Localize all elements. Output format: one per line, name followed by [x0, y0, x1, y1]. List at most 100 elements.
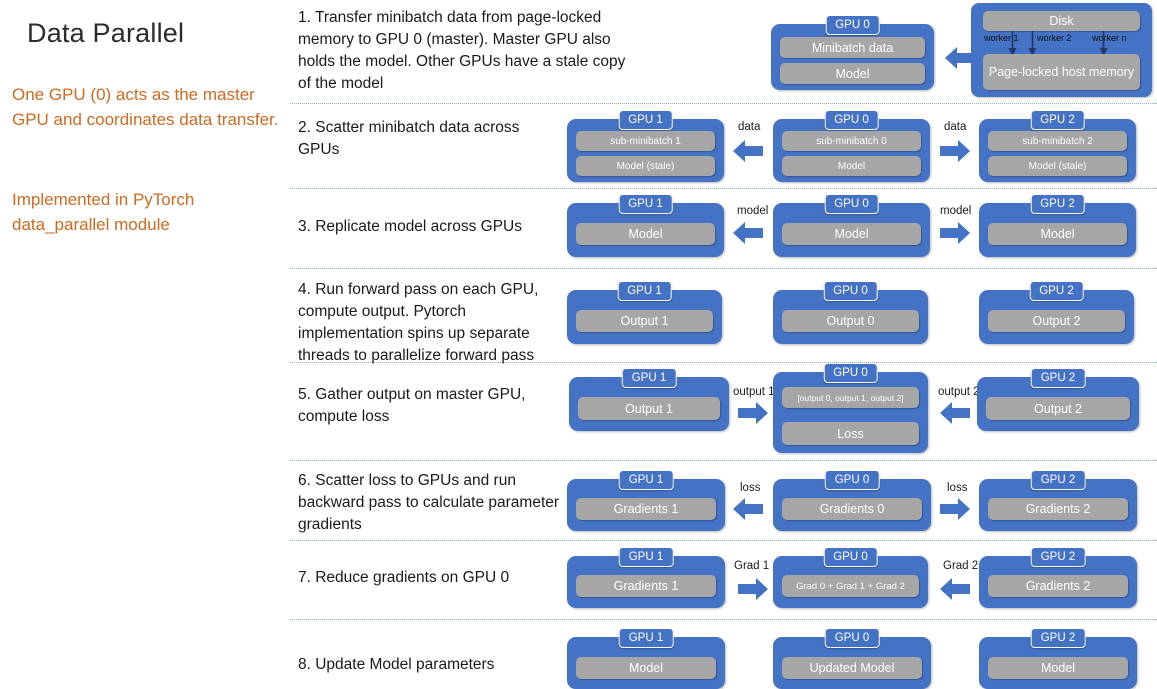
gpu-box-gpu0[interactable]: GPU 0 Output 0	[773, 281, 928, 344]
arrow-label: output 1	[733, 386, 775, 398]
gpu-box-gpu0[interactable]: GPU 0 Grad 0 + Grad 1 + Grad 2	[773, 547, 928, 608]
gpu-slab: Output 2	[988, 310, 1125, 332]
step-row-7: 7. Reduce gradients on GPU 0 GPU 1 Gradi…	[290, 540, 1157, 619]
arrow-right-icon	[738, 578, 768, 600]
arrow-label: data	[944, 121, 967, 133]
arrow-label: Grad 2	[943, 560, 979, 572]
arrow-left-icon	[940, 402, 970, 424]
gpu-slab: Model (stale)	[988, 156, 1127, 176]
gpu-box-gpu0[interactable]: GPU 0 Updated Model	[773, 628, 931, 689]
gpu-slab: Model	[782, 223, 921, 245]
step-2-description: 2. Scatter minibatch data across GPUs	[298, 119, 520, 158]
gpu-box-gpu0[interactable]: GPU 0 Gradients 0	[773, 470, 931, 531]
gpu-box-gpu2[interactable]: GPU 2 Gradients 2	[979, 470, 1137, 531]
gpu-slab: Gradients 2	[988, 498, 1128, 520]
gpu-box-gpu0[interactable]: GPU 0 Minibatch data Model	[771, 15, 934, 90]
step-6-description: 6. Scatter loss to GPUs and run backward…	[298, 472, 560, 533]
gpu-label: GPU 0	[823, 281, 878, 301]
gpu-box-gpu2[interactable]: GPU 2 Output 2	[979, 281, 1134, 344]
worker-label: worker n	[1092, 33, 1127, 43]
gpu-slab: sub-minibatch 0	[782, 131, 921, 151]
gpu-slab: Output 2	[986, 397, 1130, 420]
gpu-label: GPU 2	[1030, 110, 1085, 130]
step-row-4: 4. Run forward pass on each GPU, compute…	[290, 268, 1157, 364]
gpu-slab: Grad 0 + Grad 1 + Grad 2	[782, 575, 919, 597]
page-locked-memory-box: Page-locked host memory	[983, 54, 1140, 90]
gpu-slab: Model	[988, 657, 1128, 679]
arrow-left-icon	[940, 578, 970, 600]
gpu-slab: Updated Model	[782, 657, 922, 679]
gpu-box-gpu0[interactable]: GPU 0 Model	[773, 194, 930, 257]
step-4-description: 4. Run forward pass on each GPU, compute…	[298, 281, 539, 364]
gpu-label: GPU 2	[1030, 194, 1085, 214]
gpu-box-gpu1[interactable]: GPU 1 sub-minibatch 1 Model (stale)	[567, 110, 724, 182]
step-row-8: 8. Update Model parameters GPU 1 Model G…	[290, 619, 1157, 689]
gpu-box-gpu1[interactable]: GPU 1 Output 1	[569, 368, 729, 431]
gpu-box-gpu1[interactable]: GPU 1 Gradients 1	[567, 547, 725, 608]
gpu-label: GPU 1	[618, 628, 674, 648]
gpu-label: GPU 1	[618, 194, 673, 214]
arrow-right-icon	[940, 222, 970, 244]
step-row-1: 1. Transfer minibatch data from page-loc…	[290, 0, 1157, 103]
arrow-label: loss	[740, 482, 761, 494]
gpu-box-gpu1[interactable]: GPU 1 Model	[567, 194, 724, 257]
note-master-gpu: One GPU (0) acts as the master GPU and c…	[12, 85, 279, 129]
gpu-label: GPU 0	[825, 15, 880, 35]
gpu-slab: Gradients 1	[576, 498, 716, 520]
gpu-slab: Model	[780, 63, 925, 84]
gpu-slab: Model	[988, 223, 1127, 245]
gpu-label: GPU 2	[1029, 281, 1084, 301]
gpu-box-gpu1[interactable]: GPU 1 Output 1	[567, 281, 722, 344]
note-pytorch-module: Implemented in PyTorch data_parallel mod…	[12, 190, 195, 234]
gpu-box-gpu1[interactable]: GPU 1 Model	[567, 628, 725, 689]
arrow-label: model	[940, 205, 972, 217]
gpu-slab: Loss	[782, 422, 919, 445]
step-1-description: 1. Transfer minibatch data from page-loc…	[298, 9, 626, 92]
arrow-label: model	[737, 205, 769, 217]
gpu-slab: Model (stale)	[576, 156, 715, 176]
step-row-6: 6. Scatter loss to GPUs and run backward…	[290, 460, 1157, 540]
gpu-slab: Gradients 2	[988, 575, 1128, 597]
gpu-slab: Minibatch data	[780, 37, 925, 58]
gpu-box-gpu2[interactable]: GPU 2 Model	[979, 628, 1137, 689]
arrow-left-icon	[733, 498, 763, 520]
arrow-label: loss	[947, 482, 968, 494]
gpu-slab: Gradients 1	[576, 575, 716, 597]
gpu-box-gpu1[interactable]: GPU 1 Gradients 1	[567, 470, 725, 531]
step-row-5: 5. Gather output on master GPU, compute …	[290, 362, 1157, 460]
host-memory-group: Disk worker 1 worker 2 worker n Page-loc…	[971, 3, 1152, 97]
gpu-label: GPU 0	[824, 110, 879, 130]
arrow-label: output 2	[938, 386, 980, 398]
gpu-box-gpu0[interactable]: GPU 0 [output 0, output 1, output 2] Los…	[773, 363, 928, 453]
arrow-label: data	[738, 121, 761, 133]
gpu-label: GPU 2	[1030, 628, 1086, 648]
arrow-left-icon	[733, 140, 763, 162]
arrow-right-icon	[940, 498, 970, 520]
gpu-label: GPU 1	[618, 110, 673, 130]
step-7-description: 7. Reduce gradients on GPU 0	[298, 569, 510, 586]
disk-box: Disk	[983, 11, 1140, 31]
gpu-box-gpu2[interactable]: GPU 2 Gradients 2	[979, 547, 1137, 608]
step-row-3: 3. Replicate model across GPUs GPU 1 Mod…	[290, 188, 1157, 268]
gpu-label: GPU 1	[621, 368, 677, 388]
gpu-label: GPU 1	[618, 470, 674, 490]
step-8-description: 8. Update Model parameters	[298, 656, 495, 673]
gpu-box-gpu2[interactable]: GPU 2 Model	[979, 194, 1136, 257]
page-title: Data Parallel	[27, 18, 185, 48]
gpu-label: GPU 0	[824, 628, 880, 648]
gpu-slab: Output 1	[578, 397, 720, 420]
gpu-label: GPU 0	[824, 194, 879, 214]
gpu-box-gpu0[interactable]: GPU 0 sub-minibatch 0 Model	[773, 110, 930, 182]
gpu-slab: sub-minibatch 2	[988, 131, 1127, 151]
gpu-box-gpu2[interactable]: GPU 2 sub-minibatch 2 Model (stale)	[979, 110, 1136, 182]
left-info-panel: Data Parallel One GPU (0) acts as the ma…	[0, 0, 290, 689]
data-parallel-diagram: 1. Transfer minibatch data from page-loc…	[290, 0, 1157, 689]
gpu-label: GPU 0	[824, 470, 880, 490]
gpu-label: GPU 0	[823, 363, 878, 383]
worker-label: worker 2	[1037, 33, 1072, 43]
gpu-label: GPU 2	[1030, 547, 1086, 567]
gpu-label: GPU 2	[1030, 470, 1086, 490]
arrow-label: Grad 1	[734, 560, 770, 572]
gpu-slab: Output 0	[782, 310, 919, 332]
gpu-box-gpu2[interactable]: GPU 2 Output 2	[977, 368, 1139, 431]
